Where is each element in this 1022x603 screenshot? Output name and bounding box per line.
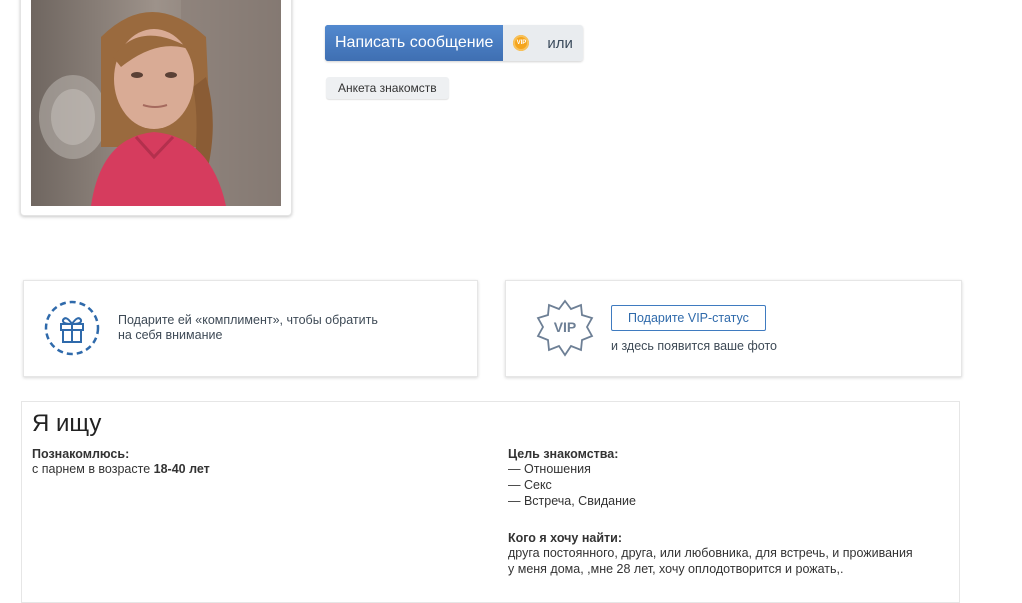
compliment-promo-card: Подарите ей «комплимент», чтобы обратить…: [23, 280, 478, 377]
profile-photo-card: [20, 0, 292, 216]
profile-photo-image: [31, 0, 281, 206]
profile-photo[interactable]: [31, 0, 281, 206]
meet-block: Познакомлюсь: с парнем в возрасте 18-40 …: [32, 447, 210, 477]
vip-or-button[interactable]: VIP или: [503, 25, 583, 61]
message-button-group: Написать сообщение VIP или: [325, 25, 583, 61]
compliment-text: Подарите ей «комплимент», чтобы обратить…: [118, 313, 378, 343]
compliment-text-line2: на себя внимание: [118, 328, 223, 342]
goal-item: — Встреча, Свидание: [508, 494, 636, 508]
looking-for-section: Я ищу Познакомлюсь: с парнем в возрасте …: [21, 401, 960, 603]
goal-label: Цель знакомства:: [508, 447, 619, 461]
meet-age: 18-40 лет: [153, 462, 210, 476]
goal-item: — Секс: [508, 478, 552, 492]
meet-value: с парнем в возрасте 18-40 лет: [32, 461, 210, 477]
vip-icon-text: VIP: [553, 319, 577, 335]
vip-subtext: и здесь появится ваше фото: [611, 339, 777, 353]
compliment-text-line1: Подарите ей «комплимент», чтобы обратить: [118, 313, 378, 327]
meet-label: Познакомлюсь:: [32, 447, 130, 461]
who-label: Кого я хочу найти:: [508, 531, 622, 545]
who-text-line2: у меня дома, ,мне 28 лет, хочу оплодотво…: [508, 562, 844, 576]
goal-block: Цель знакомства: — Отношения — Секс — Вс…: [508, 447, 636, 509]
who-block: Кого я хочу найти: друга постоянного, др…: [508, 531, 913, 577]
dating-profile-button[interactable]: Анкета знакомств: [326, 77, 449, 99]
who-text-line1: друга постоянного, друга, или любовника,…: [508, 546, 913, 560]
or-label: или: [547, 34, 573, 52]
write-message-button[interactable]: Написать сообщение: [325, 25, 504, 61]
meet-prefix: с парнем в возрасте: [32, 462, 151, 476]
goal-item: — Отношения: [508, 462, 591, 476]
gift-vip-button[interactable]: Подарите VIP-статус: [611, 305, 766, 331]
vip-badge-icon: VIP: [513, 35, 530, 51]
vip-promo-card: VIP Подарите VIP-статус и здесь появится…: [505, 280, 962, 377]
looking-for-title: Я ищу: [32, 410, 102, 437]
gift-icon[interactable]: [44, 300, 100, 356]
